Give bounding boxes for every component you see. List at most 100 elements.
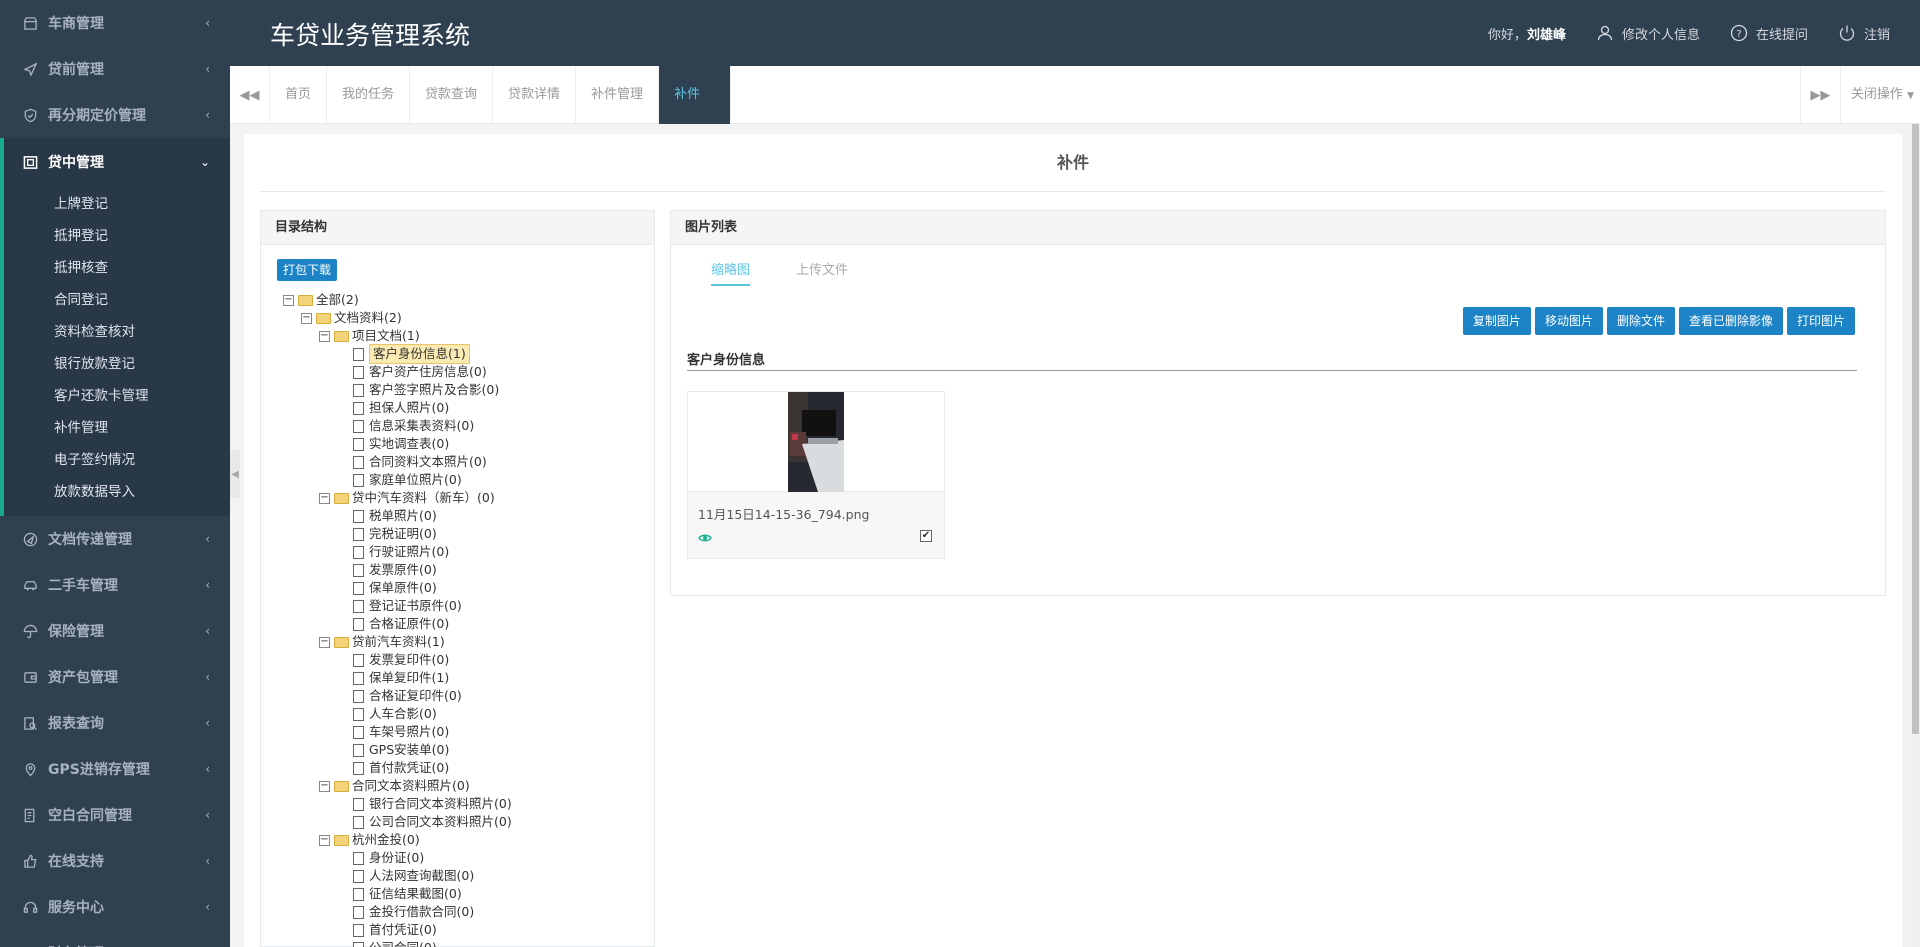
- tabs-scroll-right-button[interactable]: ▶▶: [1799, 66, 1840, 124]
- tree-folder[interactable]: − 项目文档(1): [283, 327, 512, 345]
- tab-1[interactable]: 我的任务: [327, 66, 411, 124]
- collapse-toggle-icon[interactable]: −: [283, 294, 294, 306]
- tree-folder[interactable]: − 杭州金投(0): [283, 831, 512, 849]
- sidebar-item-shield[interactable]: 再分期定价管理 ‹: [0, 92, 230, 138]
- close-operations-dropdown[interactable]: 关闭操作 ▼: [1839, 66, 1920, 124]
- image-card[interactable]: 11月15日14-15-36_794.png ✔: [687, 391, 945, 559]
- submenu-item[interactable]: 客户还款卡管理: [4, 380, 230, 412]
- tree-leaf[interactable]: 公司合同文本资料照片(0): [283, 813, 512, 831]
- collapse-toggle-icon[interactable]: −: [319, 330, 330, 342]
- tree-leaf[interactable]: 完税证明(0): [283, 525, 512, 543]
- tree-leaf[interactable]: 信息采集表资料(0): [283, 417, 512, 435]
- tree-leaf[interactable]: 客户签字照片及合影(0): [283, 381, 512, 399]
- tree-folder[interactable]: − 文档资料(2): [283, 309, 512, 327]
- submenu-item[interactable]: 抵押核查: [4, 252, 230, 284]
- submenu-item[interactable]: 放款数据导入: [4, 476, 230, 508]
- tree-leaf[interactable]: 首付款凭证(0): [283, 759, 512, 777]
- tree-leaf[interactable]: 登记证书原件(0): [283, 597, 512, 615]
- tree-folder[interactable]: − 全部(2): [283, 291, 512, 309]
- tab-3[interactable]: 贷款详情: [493, 66, 577, 124]
- tab-active[interactable]: 补件: [659, 66, 732, 124]
- image-thumbnail[interactable]: [788, 392, 844, 492]
- sidebar-item-thumbs-up[interactable]: 在线支持 ‹: [0, 838, 230, 884]
- move-image-button[interactable]: 移动图片: [1534, 307, 1603, 335]
- edit-profile-link[interactable]: 修改个人信息: [1596, 24, 1700, 43]
- tree-leaf[interactable]: 合同资料文本照片(0): [283, 453, 512, 471]
- sidebar-item-paper-plane[interactable]: 文档传递管理 ‹: [0, 516, 230, 562]
- sidebar-item-grid[interactable]: 财务管理‹: [0, 930, 230, 947]
- sidebar-item-headset[interactable]: 服务中心 ‹: [0, 884, 230, 930]
- eye-icon[interactable]: [698, 532, 712, 547]
- tab-2[interactable]: 贷款查询: [410, 66, 494, 124]
- delete-file-button[interactable]: 删除文件: [1606, 307, 1675, 335]
- tree-leaf[interactable]: 公司合同(0): [283, 939, 512, 947]
- sidebar-item-send[interactable]: 贷前管理 ‹: [0, 46, 230, 92]
- tree-folder[interactable]: − 合同文本资料照片(0): [283, 777, 512, 795]
- logout-link[interactable]: 注销: [1838, 24, 1890, 43]
- tree-leaf[interactable]: GPS安装单(0): [283, 741, 512, 759]
- tree-leaf[interactable]: 客户身份信息(1): [283, 344, 512, 364]
- submenu-item[interactable]: 电子签约情况: [4, 444, 230, 476]
- tree-leaf[interactable]: 首付凭证(0): [283, 921, 512, 939]
- tree-leaf[interactable]: 家庭单位照片(0): [283, 471, 512, 489]
- tree-leaf[interactable]: 发票复印件(0): [283, 651, 512, 669]
- collapse-toggle-icon[interactable]: −: [319, 636, 330, 648]
- sidebar-item-contract[interactable]: 空白合同管理 ‹: [0, 792, 230, 838]
- sidebar-item-report-search[interactable]: 报表查询 ‹: [0, 700, 230, 746]
- sidebar-item-loan-middle[interactable]: 贷中管理 ⌄: [0, 138, 230, 186]
- car-icon: [22, 577, 38, 593]
- tree-leaf[interactable]: 税单照片(0): [283, 507, 512, 525]
- tree-folder[interactable]: − 贷中汽车资料（新车）(0): [283, 489, 512, 507]
- tree-leaf[interactable]: 人车合影(0): [283, 705, 512, 723]
- collapse-toggle-icon[interactable]: −: [319, 780, 330, 792]
- tree-leaf[interactable]: 担保人照片(0): [283, 399, 512, 417]
- tree-node-label: 保单复印件(1): [369, 670, 450, 685]
- tab-upload-file[interactable]: 上传文件: [796, 259, 848, 286]
- sidebar-item-wallet[interactable]: 资产包管理 ‹: [0, 654, 230, 700]
- sidebar-item-umbrella[interactable]: 保险管理 ‹: [0, 608, 230, 654]
- submenu-item[interactable]: 资料检查核对: [4, 316, 230, 348]
- copy-image-button[interactable]: 复制图片: [1462, 307, 1531, 335]
- image-select-checkbox[interactable]: ✔: [920, 530, 932, 542]
- print-image-button[interactable]: 打印图片: [1786, 307, 1855, 335]
- tabs-scroll-left-button[interactable]: ◀◀: [230, 66, 270, 124]
- image-list-panel: 图片列表 缩略图 上传文件 复制图片 移动图片 删除文件 查看已删除影像 打印图…: [670, 210, 1886, 596]
- tree-leaf[interactable]: 征信结果截图(0): [283, 885, 512, 903]
- tree-leaf[interactable]: 身份证(0): [283, 849, 512, 867]
- view-deleted-images-button[interactable]: 查看已删除影像: [1678, 307, 1783, 335]
- submenu-item[interactable]: 合同登记: [4, 284, 230, 316]
- sidebar-item-car[interactable]: 二手车管理 ‹: [0, 562, 230, 608]
- sidebar-item-store[interactable]: 车商管理 ‹: [0, 0, 230, 46]
- submenu-item[interactable]: 补件管理: [4, 412, 230, 444]
- tree-leaf[interactable]: 金投行借款合同(0): [283, 903, 512, 921]
- tree-leaf[interactable]: 行驶证照片(0): [283, 543, 512, 561]
- tree-leaf[interactable]: 发票原件(0): [283, 561, 512, 579]
- tree-leaf[interactable]: 客户资产住房信息(0): [283, 363, 512, 381]
- tree-leaf[interactable]: 车架号照片(0): [283, 723, 512, 741]
- collapse-toggle-icon[interactable]: −: [301, 312, 312, 324]
- greeting: 你好，刘雄峰: [1488, 24, 1566, 43]
- submenu-item[interactable]: 银行放款登记: [4, 348, 230, 380]
- tree-leaf[interactable]: 保单原件(0): [283, 579, 512, 597]
- tab-0[interactable]: 首页: [270, 66, 328, 124]
- sidebar-collapse-handle[interactable]: ◀: [230, 450, 240, 498]
- collapse-toggle-icon[interactable]: −: [319, 834, 330, 846]
- scrollbar-thumb[interactable]: [1912, 124, 1919, 734]
- tree-leaf[interactable]: 合格证复印件(0): [283, 687, 512, 705]
- tree-leaf[interactable]: 保单复印件(1): [283, 669, 512, 687]
- submenu-item[interactable]: 上牌登记: [4, 188, 230, 220]
- submenu-item[interactable]: 抵押登记: [4, 220, 230, 252]
- collapse-toggle-icon[interactable]: −: [319, 492, 330, 504]
- tree-leaf[interactable]: 实地调查表(0): [283, 435, 512, 453]
- page-scrollbar[interactable]: [1911, 124, 1920, 947]
- tree-leaf[interactable]: 银行合同文本资料照片(0): [283, 795, 512, 813]
- tab-4[interactable]: 补件管理: [576, 66, 660, 124]
- chevron-left-icon: ‹: [205, 624, 210, 638]
- pack-download-button[interactable]: 打包下载: [277, 259, 338, 281]
- tree-folder[interactable]: − 贷前汽车资料(1): [283, 633, 512, 651]
- tab-thumbnail[interactable]: 缩略图: [711, 259, 751, 286]
- online-question-link[interactable]: ? 在线提问: [1730, 24, 1808, 43]
- tree-leaf[interactable]: 人法网查询截图(0): [283, 867, 512, 885]
- sidebar-item-map-pin[interactable]: GPS进销存管理 ‹: [0, 746, 230, 792]
- tree-leaf[interactable]: 合格证原件(0): [283, 615, 512, 633]
